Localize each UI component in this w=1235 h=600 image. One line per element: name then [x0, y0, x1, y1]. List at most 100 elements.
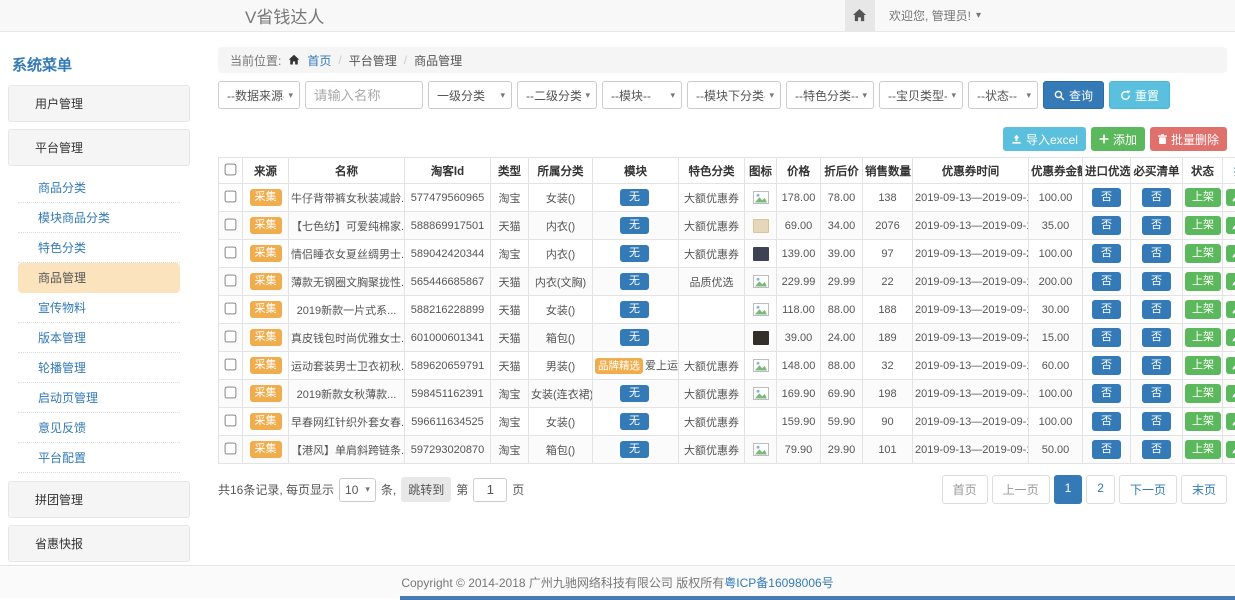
must-buy-toggle[interactable]: 否 [1142, 272, 1171, 291]
sidebar-sub-item[interactable]: 轮播管理 [18, 353, 180, 383]
price: 118.00 [777, 296, 821, 324]
row-checkbox[interactable] [225, 330, 237, 342]
imported-toggle[interactable]: 否 [1092, 356, 1121, 375]
status-select[interactable]: --状态--▾ [968, 81, 1038, 109]
sidebar-sub-item[interactable]: 意见反馈 [18, 413, 180, 443]
status-badge[interactable]: 上架 [1185, 440, 1221, 459]
page-button[interactable]: 上一页 [992, 475, 1050, 504]
feature-category: 大额优惠券 [679, 184, 745, 212]
must-buy-toggle[interactable]: 否 [1142, 440, 1171, 459]
status-badge[interactable]: 上架 [1185, 216, 1221, 235]
select-all-checkbox[interactable] [225, 163, 237, 175]
sidebar-sub-item[interactable]: 启动页管理 [18, 383, 180, 413]
edit-button[interactable] [1226, 413, 1235, 430]
module-select[interactable]: --模块--▾ [602, 81, 682, 109]
page-button[interactable]: 2 [1086, 475, 1115, 504]
edit-button[interactable] [1226, 329, 1235, 346]
sidebar-sub-item[interactable]: 版本管理 [18, 323, 180, 353]
user-menu[interactable]: 欢迎您, 管理员! ▾ [875, 0, 995, 31]
sidebar-sub-item[interactable]: 宣传物料 [18, 293, 180, 323]
edit-button[interactable] [1226, 385, 1235, 402]
status-badge[interactable]: 上架 [1185, 244, 1221, 263]
must-buy-toggle[interactable]: 否 [1142, 300, 1171, 319]
must-buy-toggle[interactable]: 否 [1142, 328, 1171, 347]
page-number-input[interactable] [473, 478, 507, 502]
sidebar-group-item[interactable]: 省惠快报 [8, 525, 190, 562]
must-buy-toggle[interactable]: 否 [1142, 384, 1171, 403]
status-badge[interactable]: 上架 [1185, 328, 1221, 347]
must-buy-toggle[interactable]: 否 [1142, 412, 1171, 431]
sidebar-sub-item[interactable]: 特色分类 [18, 233, 180, 263]
name-search-input[interactable] [305, 81, 423, 109]
icp-link[interactable]: 粤ICP备16098006号 [724, 574, 833, 591]
sidebar-sub-item[interactable]: 商品分类 [18, 173, 180, 203]
batch-delete-button[interactable]: 批量删除 [1150, 127, 1227, 151]
must-buy-toggle[interactable]: 否 [1142, 216, 1171, 235]
sidebar-sub-item[interactable]: 模块商品分类 [18, 203, 180, 233]
must-buy-toggle[interactable]: 否 [1142, 244, 1171, 263]
sidebar-group-item[interactable]: 平台管理 [8, 129, 190, 166]
ops-cell [1223, 324, 1235, 352]
imported-toggle[interactable]: 否 [1092, 300, 1121, 319]
status-badge[interactable]: 上架 [1185, 412, 1221, 431]
status-badge[interactable]: 上架 [1185, 188, 1221, 207]
reset-button[interactable]: 重置 [1109, 81, 1170, 109]
feature-select[interactable]: --特色分类--▾ [786, 81, 874, 109]
must-buy-toggle[interactable]: 否 [1142, 356, 1171, 375]
jump-button[interactable]: 跳转到 [401, 477, 451, 502]
status-badge[interactable]: 上架 [1185, 272, 1221, 291]
breadcrumb-home-link[interactable]: 首页 [307, 52, 331, 69]
icon-cell [745, 184, 777, 212]
imported-toggle[interactable]: 否 [1092, 412, 1121, 431]
must-buy-toggle[interactable]: 否 [1142, 188, 1171, 207]
category1-select[interactable]: 一级分类▾ [428, 81, 512, 109]
search-button[interactable]: 查询 [1043, 81, 1104, 109]
item-type-select[interactable]: --宝贝类型--▾ [879, 81, 963, 109]
row-checkbox[interactable] [225, 190, 237, 202]
data-source-select[interactable]: --数据来源--▾ [218, 81, 300, 109]
page-button[interactable]: 下一页 [1119, 475, 1177, 504]
edit-button[interactable] [1226, 217, 1235, 234]
product-name: 2019新款女秋薄款... [289, 380, 405, 408]
edit-button[interactable] [1226, 189, 1235, 206]
row-checkbox[interactable] [225, 218, 237, 230]
imported-toggle[interactable]: 否 [1092, 384, 1121, 403]
per-page-select[interactable]: 10▾ [339, 478, 376, 502]
module-cell: 无 [593, 184, 679, 212]
row-checkbox[interactable] [225, 414, 237, 426]
status-badge[interactable]: 上架 [1185, 384, 1221, 403]
imported-toggle[interactable]: 否 [1092, 216, 1121, 235]
category2-select[interactable]: --二级分类--▾ [517, 81, 597, 109]
sidebar-sub-item[interactable]: 平台配置 [18, 443, 180, 473]
row-checkbox[interactable] [225, 274, 237, 286]
status-badge[interactable]: 上架 [1185, 356, 1221, 375]
module-sub-select[interactable]: --模块下分类--▾ [687, 81, 781, 109]
home-button[interactable] [845, 0, 875, 31]
imported-toggle[interactable]: 否 [1092, 244, 1121, 263]
row-checkbox[interactable] [225, 302, 237, 314]
imported-toggle[interactable]: 否 [1092, 328, 1121, 347]
product-type: 天猫 [491, 268, 529, 296]
edit-button[interactable] [1226, 301, 1235, 318]
row-checkbox[interactable] [225, 386, 237, 398]
imported-toggle[interactable]: 否 [1092, 188, 1121, 207]
sidebar-sub-item[interactable]: 商品管理 [18, 263, 180, 293]
row-checkbox[interactable] [225, 442, 237, 454]
imported-toggle[interactable]: 否 [1092, 440, 1121, 459]
sales-count: 138 [863, 184, 913, 212]
sidebar-group-item[interactable]: 用户管理 [8, 85, 190, 122]
edit-button[interactable] [1226, 357, 1235, 374]
edit-button[interactable] [1226, 273, 1235, 290]
page-button[interactable]: 末页 [1181, 475, 1227, 504]
sidebar-group-item[interactable]: 拼团管理 [8, 481, 190, 518]
page-button[interactable]: 首页 [942, 475, 988, 504]
import-excel-button[interactable]: 导入excel [1003, 127, 1086, 151]
row-checkbox[interactable] [225, 246, 237, 258]
row-checkbox[interactable] [225, 358, 237, 370]
status-badge[interactable]: 上架 [1185, 300, 1221, 319]
edit-button[interactable] [1226, 441, 1235, 458]
page-button[interactable]: 1 [1054, 475, 1083, 504]
edit-button[interactable] [1226, 245, 1235, 262]
add-button[interactable]: 添加 [1091, 127, 1145, 151]
imported-toggle[interactable]: 否 [1092, 272, 1121, 291]
